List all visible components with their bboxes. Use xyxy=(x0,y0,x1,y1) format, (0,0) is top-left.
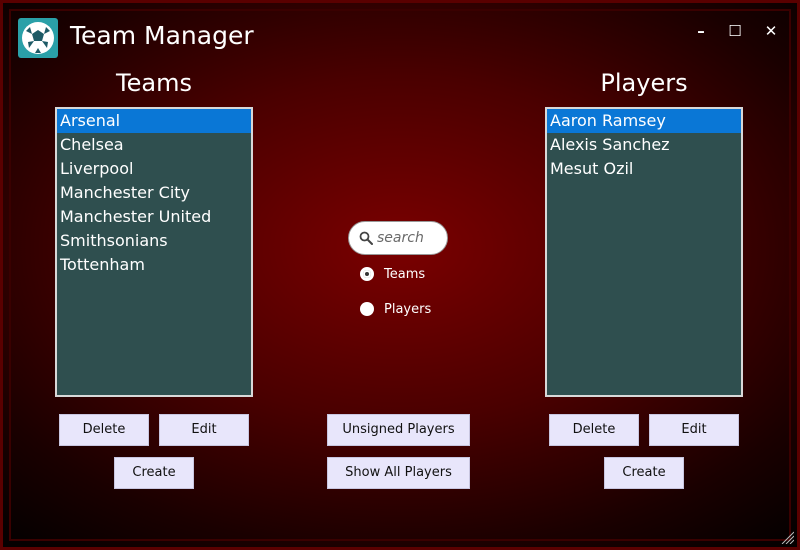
maximize-button[interactable]: ☐ xyxy=(724,21,746,41)
team-list-item[interactable]: Arsenal xyxy=(57,109,251,133)
team-list-item[interactable]: Manchester City xyxy=(57,181,251,205)
app-title: Team Manager xyxy=(70,21,254,50)
players-radio-button[interactable] xyxy=(360,302,374,316)
delete-team-button[interactable]: Delete xyxy=(59,414,149,446)
teams-radio-button[interactable] xyxy=(360,267,374,281)
player-list-item[interactable]: Aaron Ramsey xyxy=(547,109,741,133)
team-list-item[interactable]: Tottenham xyxy=(57,253,251,277)
teams-list[interactable]: Arsenal Chelsea Liverpool Manchester Cit… xyxy=(55,107,253,397)
soccer-ball-logo-icon xyxy=(18,18,58,58)
teams-heading: Teams xyxy=(116,69,192,97)
show-all-players-button[interactable]: Show All Players xyxy=(327,457,470,489)
players-list[interactable]: Aaron Ramsey Alexis Sanchez Mesut Ozil xyxy=(545,107,743,397)
app-window: Team Manager – ☐ ✕ Teams Players Arsenal… xyxy=(0,0,800,550)
resize-grip-icon[interactable] xyxy=(780,530,794,544)
create-team-button[interactable]: Create xyxy=(114,457,194,489)
team-list-item[interactable]: Chelsea xyxy=(57,133,251,157)
team-list-item[interactable]: Smithsonians xyxy=(57,229,251,253)
team-list-item[interactable]: Liverpool xyxy=(57,157,251,181)
player-list-item[interactable]: Alexis Sanchez xyxy=(547,133,741,157)
edit-team-button[interactable]: Edit xyxy=(159,414,249,446)
close-button[interactable]: ✕ xyxy=(760,21,782,41)
search-input[interactable] xyxy=(377,229,443,247)
create-player-button[interactable]: Create xyxy=(604,457,684,489)
search-icon xyxy=(359,231,373,245)
teams-radio-label: Teams xyxy=(384,267,426,282)
minimize-button[interactable]: – xyxy=(690,21,712,41)
delete-player-button[interactable]: Delete xyxy=(549,414,639,446)
edit-player-button[interactable]: Edit xyxy=(649,414,739,446)
search-box[interactable] xyxy=(348,221,448,255)
unsigned-players-button[interactable]: Unsigned Players xyxy=(327,414,470,446)
player-list-item[interactable]: Mesut Ozil xyxy=(547,157,741,181)
players-radio-label: Players xyxy=(384,302,432,317)
players-heading: Players xyxy=(600,69,688,97)
team-list-item[interactable]: Manchester United xyxy=(57,205,251,229)
